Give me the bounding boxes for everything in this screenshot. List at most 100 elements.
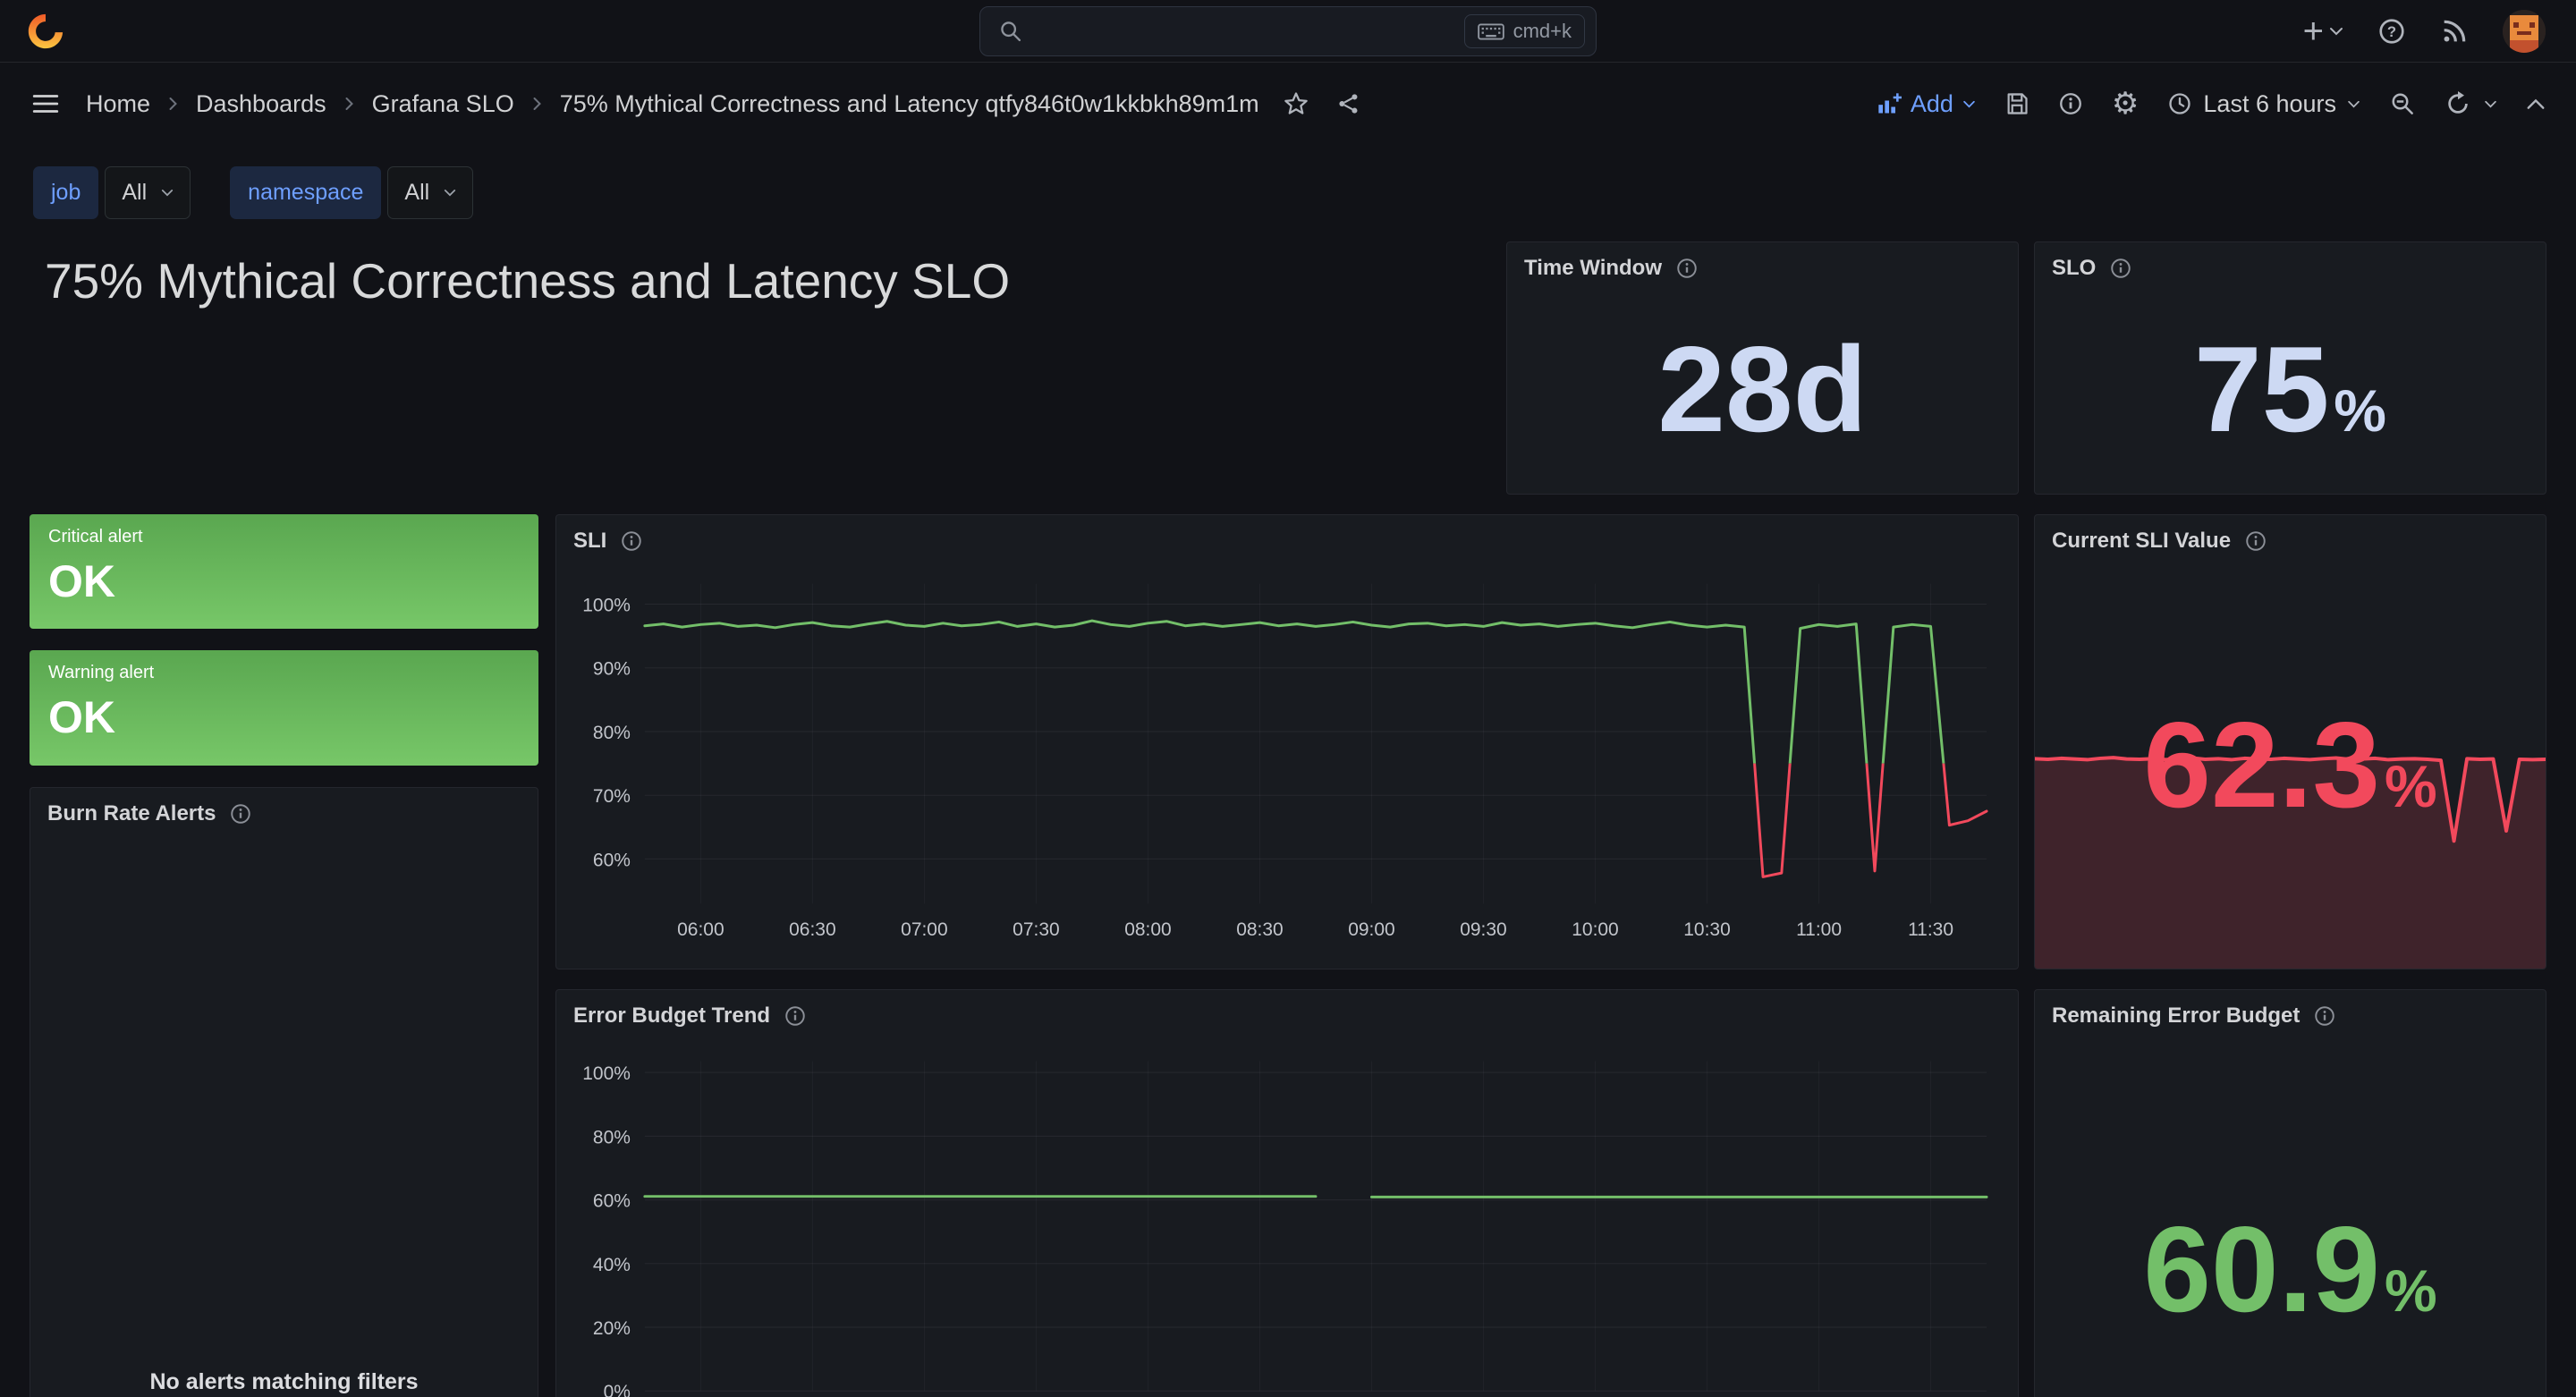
search-icon bbox=[998, 19, 1023, 44]
slo-unit: % bbox=[2334, 377, 2386, 444]
grafana-app: cmd+k + ? bbox=[0, 0, 2576, 1397]
svg-text:08:30: 08:30 bbox=[1236, 919, 1283, 940]
panel-time-window: Time Window 28d bbox=[1506, 241, 2019, 495]
panel-header[interactable]: Error Budget Trend bbox=[556, 990, 2018, 1042]
grafana-logo[interactable] bbox=[25, 11, 66, 52]
breadcrumb-home[interactable]: Home bbox=[86, 90, 150, 118]
alert-status: OK bbox=[48, 695, 520, 740]
user-avatar-image bbox=[2503, 10, 2546, 53]
save-icon[interactable] bbox=[2004, 91, 2029, 116]
filter-job: job All bbox=[33, 166, 191, 219]
panel-title: Remaining Error Budget bbox=[2052, 1003, 2300, 1029]
help-icon[interactable]: ? bbox=[2377, 17, 2406, 46]
filter-job-value-dropdown[interactable]: All bbox=[105, 166, 191, 219]
zoom-out-icon[interactable] bbox=[2389, 90, 2416, 117]
filter-namespace-value-dropdown[interactable]: All bbox=[387, 166, 473, 219]
sli-chart[interactable]: 06:0006:3007:0007:3008:0008:3009:0009:30… bbox=[556, 515, 2018, 969]
plus-icon: + bbox=[2303, 13, 2324, 49]
chevron-down-icon bbox=[1962, 100, 1976, 108]
info-circle-icon[interactable] bbox=[2058, 91, 2083, 116]
share-icon[interactable] bbox=[1336, 91, 1361, 116]
menu-icon[interactable] bbox=[30, 89, 61, 119]
filter-namespace: namespace All bbox=[230, 166, 473, 219]
svg-text:100%: 100% bbox=[582, 1063, 631, 1084]
search-bar[interactable]: cmd+k bbox=[979, 6, 1597, 56]
chevron-up-icon[interactable] bbox=[2526, 98, 2546, 110]
clock-icon bbox=[2167, 91, 2192, 116]
new-menu-button[interactable]: + bbox=[2303, 13, 2343, 49]
user-avatar[interactable] bbox=[2503, 10, 2546, 53]
panel-header[interactable]: SLI bbox=[556, 515, 2018, 567]
breadcrumb-dashboards[interactable]: Dashboards bbox=[196, 90, 326, 118]
chevron-right-icon bbox=[343, 96, 356, 112]
info-icon[interactable] bbox=[229, 802, 252, 826]
svg-text:40%: 40% bbox=[593, 1255, 631, 1275]
info-icon[interactable] bbox=[620, 529, 643, 553]
panel-header[interactable]: Burn Rate Alerts bbox=[30, 788, 538, 840]
panel-error-budget-trend: Error Budget Trend 100%80%60%40%20%0% bbox=[555, 989, 2019, 1397]
search-shortcut-label: cmd+k bbox=[1513, 20, 1572, 43]
svg-text:60%: 60% bbox=[593, 1191, 631, 1212]
stat-value-area: 28d bbox=[1507, 284, 2018, 494]
panel-critical-alert[interactable]: Critical alert OK bbox=[30, 514, 538, 629]
remaining-error-budget-value: 60.9 bbox=[2143, 1201, 2380, 1337]
time-range-picker[interactable]: Last 6 hours bbox=[2167, 90, 2360, 118]
chevron-down-icon bbox=[2329, 27, 2343, 36]
search-input[interactable] bbox=[1036, 18, 1464, 46]
panel-header[interactable]: Remaining Error Budget bbox=[2035, 990, 2546, 1042]
add-panel-icon bbox=[1877, 91, 1902, 116]
filter-job-value: All bbox=[122, 180, 147, 206]
svg-text:80%: 80% bbox=[593, 1127, 631, 1147]
current-sli-sparkline[interactable] bbox=[2035, 515, 2546, 969]
breadcrumb-current-dashboard: 75% Mythical Correctness and Latency qtf… bbox=[560, 90, 1259, 118]
svg-text:10:30: 10:30 bbox=[1683, 919, 1730, 940]
top-navigation-bar: cmd+k + ? bbox=[0, 0, 2576, 63]
svg-text:11:00: 11:00 bbox=[1796, 919, 1842, 940]
panel-title: Current SLI Value bbox=[2052, 529, 2231, 554]
error-budget-trend-chart[interactable]: 100%80%60%40%20%0% bbox=[556, 990, 2018, 1397]
svg-text:07:00: 07:00 bbox=[901, 919, 947, 940]
info-icon[interactable] bbox=[2313, 1004, 2336, 1028]
alert-status: OK bbox=[48, 559, 520, 604]
panel-header[interactable]: SLO bbox=[2035, 242, 2546, 294]
info-icon[interactable] bbox=[2109, 257, 2132, 280]
panel-burn-rate-alerts: Burn Rate Alerts No alerts matching filt… bbox=[30, 787, 538, 1397]
breadcrumb-folder[interactable]: Grafana SLO bbox=[372, 90, 514, 118]
panel-warning-alert[interactable]: Warning alert OK bbox=[30, 650, 538, 766]
toolbar-right-actions: Add ⚙ Last 6 hour bbox=[1877, 89, 2546, 119]
panel-sli: SLI 06:0006:3007:0007:3008:0008:3009:000… bbox=[555, 514, 2019, 969]
svg-text:06:00: 06:00 bbox=[677, 919, 724, 940]
panel-header[interactable]: Current SLI Value bbox=[2035, 515, 2546, 567]
add-button-label: Add bbox=[1911, 90, 1953, 118]
svg-text:11:30: 11:30 bbox=[1908, 919, 1953, 940]
svg-text:07:30: 07:30 bbox=[1013, 919, 1059, 940]
breadcrumb: Home Dashboards Grafana SLO 75% Mythical… bbox=[86, 90, 1259, 118]
time-range-label: Last 6 hours bbox=[2203, 90, 2336, 118]
panel-title: SLO bbox=[2052, 256, 2096, 281]
star-icon[interactable] bbox=[1283, 90, 1309, 117]
add-button[interactable]: Add bbox=[1877, 90, 1976, 118]
filter-namespace-label[interactable]: namespace bbox=[230, 166, 381, 219]
svg-text:?: ? bbox=[2387, 22, 2396, 39]
alert-title: Critical alert bbox=[48, 527, 520, 547]
refresh-icon[interactable] bbox=[2445, 90, 2471, 117]
refresh-interval-chevron-icon[interactable] bbox=[2484, 100, 2497, 108]
svg-text:60%: 60% bbox=[593, 850, 631, 870]
info-icon[interactable] bbox=[1675, 257, 1699, 280]
search-shortcut-badge: cmd+k bbox=[1464, 14, 1585, 48]
info-icon[interactable] bbox=[784, 1004, 807, 1028]
chevron-down-icon bbox=[2347, 100, 2360, 108]
info-icon[interactable] bbox=[2244, 529, 2267, 553]
panel-header[interactable]: Time Window bbox=[1507, 242, 2018, 294]
svg-text:70%: 70% bbox=[593, 786, 631, 807]
svg-text:08:00: 08:00 bbox=[1124, 919, 1171, 940]
template-variable-filters: job All namespace All bbox=[33, 166, 473, 219]
remaining-error-budget-unit: % bbox=[2385, 1257, 2437, 1324]
rss-icon[interactable] bbox=[2440, 17, 2469, 46]
dashboard-quick-actions bbox=[1283, 90, 1361, 117]
filter-job-label[interactable]: job bbox=[33, 166, 98, 219]
settings-gear-icon[interactable]: ⚙ bbox=[2112, 89, 2139, 119]
topbar-right-actions: + ? bbox=[2303, 10, 2576, 53]
keyboard-icon bbox=[1478, 23, 1504, 40]
svg-text:0%: 0% bbox=[604, 1382, 631, 1397]
